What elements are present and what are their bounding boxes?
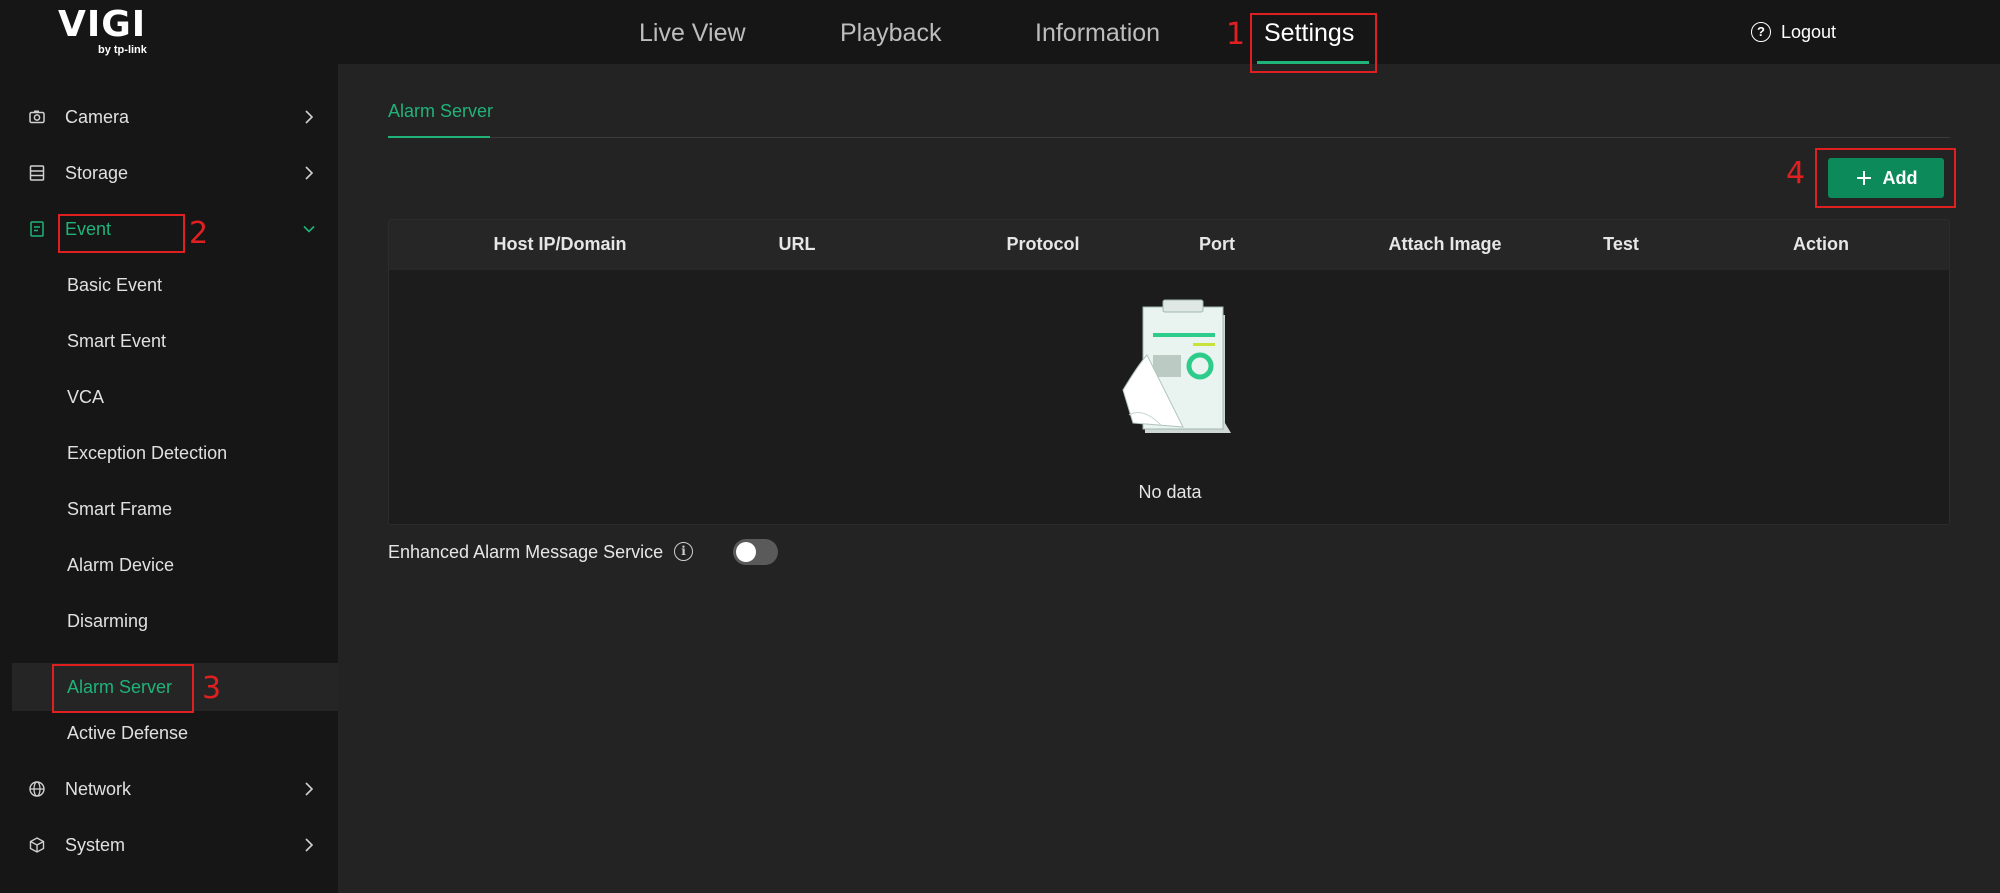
sidebar-item-network[interactable]: Network [0, 765, 338, 813]
column-header-port: Port [1199, 234, 1235, 254]
event-icon [30, 221, 44, 237]
sidebar-item-label: Storage [65, 162, 129, 183]
alarm-server-table: Host IP/Domain URL Protocol Port Attach … [388, 219, 1950, 525]
cube-icon [29, 837, 45, 853]
sidebar-item-alarm-device[interactable]: Alarm Device [0, 541, 338, 589]
sidebar-item-label: Camera [65, 106, 130, 127]
annotation-box-event [58, 214, 185, 253]
column-header-test: Test [1603, 234, 1639, 254]
column-header-host: Host IP/Domain [493, 234, 627, 254]
info-icon[interactable]: i [674, 542, 693, 561]
sidebar-item-storage[interactable]: Storage [0, 149, 338, 197]
sidebar-item-label: VCA [67, 386, 105, 407]
annotation-box-add [1815, 148, 1956, 208]
sidebar-item-vca[interactable]: VCA [0, 373, 338, 421]
enhanced-alarm-toggle[interactable] [733, 539, 778, 565]
sidebar-item-active-defense[interactable]: Active Defense [0, 709, 338, 757]
annotation-number-4: 4 [1786, 156, 1806, 191]
top-header: VIGI by tp-link Live View Playback Infor… [0, 0, 2000, 64]
sidebar-item-basic-event[interactable]: Basic Event [0, 261, 338, 309]
tab-divider [388, 137, 1950, 138]
column-header-url: URL [778, 234, 816, 254]
column-header-action: Action [1793, 234, 1849, 254]
sidebar-item-label: Smart Event [67, 330, 167, 351]
sidebar-item-label: Smart Frame [67, 498, 173, 519]
chevron-right-icon [305, 782, 314, 796]
sidebar-item-label: Disarming [67, 610, 149, 631]
sidebar-item-label: Alarm Device [67, 554, 175, 575]
sidebar-item-label: System [65, 834, 126, 855]
logo-subtext: by tp-link [98, 44, 147, 56]
camera-icon [29, 110, 45, 124]
toggle-knob [736, 542, 756, 562]
globe-icon [29, 781, 45, 797]
annotation-number-3: 3 [202, 671, 222, 706]
logout-label: Logout [1781, 21, 1837, 42]
tab-active-underline [388, 136, 490, 138]
sidebar-item-system[interactable]: System [0, 821, 338, 869]
chevron-down-icon [303, 225, 315, 233]
vigi-logo: VIGI by tp-link [58, 4, 158, 57]
nav-information[interactable]: Information [1035, 14, 1160, 54]
sidebar-item-exception-detection[interactable]: Exception Detection [0, 429, 338, 477]
no-data-text: No data [1138, 482, 1202, 502]
empty-clipboard-icon [1122, 299, 1231, 433]
enhanced-alarm-label: Enhanced Alarm Message Service [388, 542, 664, 562]
sidebar-item-camera[interactable]: Camera [0, 93, 338, 141]
sidebar-item-smart-frame[interactable]: Smart Frame [0, 485, 338, 533]
annotation-box-alarm-server [52, 664, 194, 713]
nav-live-view[interactable]: Live View [639, 14, 746, 54]
column-header-attach-image: Attach Image [1388, 234, 1502, 254]
sidebar-item-label: Basic Event [67, 274, 163, 295]
sidebar-item-label: Active Defense [67, 722, 189, 743]
column-header-protocol: Protocol [1006, 234, 1080, 254]
annotation-number-2: 2 [189, 216, 209, 251]
sidebar: Camera Storage Event Basic Event Smart E… [0, 64, 338, 893]
sidebar-item-label: Exception Detection [67, 442, 228, 463]
chevron-right-icon [305, 110, 314, 124]
sidebar-item-smart-event[interactable]: Smart Event [0, 317, 338, 365]
table-header: Host IP/Domain URL Protocol Port Attach … [389, 220, 1949, 270]
annotation-number-1: 1 [1226, 17, 1246, 52]
nav-playback[interactable]: Playback [840, 14, 941, 54]
tab-alarm-server[interactable]: Alarm Server [388, 101, 493, 122]
chevron-right-icon [305, 838, 314, 852]
sidebar-item-disarming[interactable]: Disarming [0, 597, 338, 645]
sidebar-item-label: Network [65, 778, 132, 799]
chevron-right-icon [305, 166, 314, 180]
annotation-box-settings [1250, 13, 1377, 73]
logout-button[interactable]: ? Logout [1751, 20, 1836, 44]
logo-text: VIGI [58, 4, 147, 45]
help-circle-icon: ? [1751, 22, 1771, 42]
storage-icon [29, 165, 45, 181]
